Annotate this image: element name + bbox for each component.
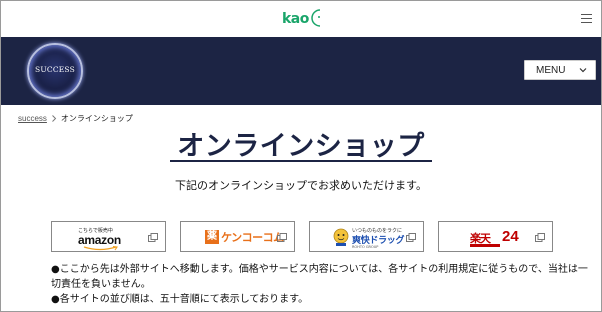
breadcrumb-home-link[interactable]: success: [18, 114, 47, 123]
chevron-down-icon: [579, 68, 587, 73]
shop-button-kaiteki-drug[interactable]: いつものものをラクに 爽快ドラッグ ROHTO GROUP: [309, 221, 424, 252]
hamburger-icon[interactable]: [581, 14, 592, 24]
kaiteki-group-text: ROHTO GROUP: [352, 245, 379, 249]
notes: ●ここから先は外部サイトへ移動します。価格やサービス内容については、各サイトの利…: [51, 262, 591, 307]
kenko-mark: 薬: [205, 230, 219, 244]
page-title: オンラインショップ: [177, 131, 425, 162]
rakuten-bar: [470, 244, 500, 247]
breadcrumb: success オンラインショップ: [18, 112, 133, 124]
external-link-icon: [406, 233, 416, 242]
mascot-icon: [333, 228, 349, 246]
rakuten-logo-number: 24: [502, 228, 519, 245]
external-link-icon: [277, 233, 287, 242]
top-header: kao: [1, 1, 601, 37]
moon-icon: [311, 9, 321, 27]
page-subtitle: 下記のオンラインショップでお求めいただけます。: [175, 179, 427, 192]
menu-button[interactable]: MENU: [524, 60, 596, 80]
menu-button-label: MENU: [536, 65, 566, 76]
breadcrumb-current: オンラインショップ: [60, 113, 133, 123]
title-underline: [170, 160, 432, 162]
kao-logo-text: kao: [282, 11, 309, 27]
shop-button-amazon[interactable]: こちらで販売中 amazon: [51, 221, 166, 252]
amazon-smile-icon: [83, 246, 118, 251]
chevron-right-icon: [52, 114, 57, 122]
shop-button-rakuten24[interactable]: 楽天 24: [438, 221, 553, 252]
success-logo[interactable]: SUCCESS: [27, 43, 83, 99]
site-banner: SUCCESS MENU: [1, 37, 601, 105]
amazon-logo-text: amazon: [78, 233, 121, 247]
external-link-icon: [148, 233, 158, 242]
note-external-site: ●ここから先は外部サイトへ移動します。価格やサービス内容については、各サイトの利…: [51, 264, 588, 290]
note-order: ●各サイトの並び順は、五十音順にて表示しております。: [51, 294, 309, 305]
external-link-icon: [535, 233, 545, 242]
shop-button-kenko-com[interactable]: 薬 ケンコーコム: [180, 221, 295, 252]
kenko-logo-text: ケンコーコム: [221, 231, 284, 244]
success-logo-text: SUCCESS: [35, 65, 75, 74]
kao-logo[interactable]: kao: [282, 9, 326, 31]
